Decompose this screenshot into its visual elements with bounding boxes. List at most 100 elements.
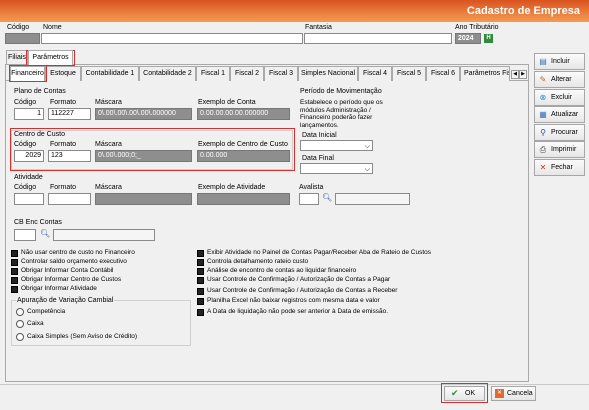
incluir-button[interactable]: ▤ Incluir — [534, 53, 585, 70]
radio-caixa-label: Caixa — [27, 320, 44, 327]
tab-fiscal-3[interactable]: Fiscal 3 — [264, 66, 298, 81]
tab-scroll-right-icon[interactable]: ▶ — [519, 70, 527, 79]
atividade-codigo-label: Código — [14, 184, 37, 191]
atividade-title: Atividade — [14, 174, 43, 181]
binoculars-icon: ⚲ — [540, 128, 546, 137]
tab-fiscal-5[interactable]: Fiscal 5 — [392, 66, 426, 81]
cb-enc-codigo-field[interactable] — [14, 229, 36, 241]
checkbox-controle-receber-label: Usar Controle de Confirmação / Autorizaç… — [207, 287, 398, 294]
window-title: Cadastro de Empresa — [466, 5, 580, 17]
checkbox-planilha-excel-label: Planilha Excel não baixar registros com … — [207, 297, 380, 304]
atividade-exemplo-label: Exemplo de Atividade — [198, 184, 266, 191]
checkbox-controle-pagar-label: Usar Controle de Confirmação / Autorizaç… — [207, 276, 391, 283]
atividade-formato-field[interactable] — [48, 193, 91, 205]
checkbox-obrigar-cc-label: Obrigar Informar Centro de Custos — [21, 276, 122, 283]
empresa-nome-field[interactable] — [41, 33, 303, 44]
checkbox-nao-usar-cc-label: Não usar centro de custo no Financeiro — [21, 249, 135, 256]
tab-financeiro[interactable]: Financeiro — [10, 66, 45, 81]
centro-exemplo-label: Exemplo de Centro de Custo — [198, 141, 288, 148]
checkbox-obrigar-conta[interactable] — [11, 268, 18, 275]
avalista-codigo-field[interactable] — [299, 193, 319, 205]
checkbox-controlar-saldo-label: Controlar saldo orçamento executivo — [21, 258, 127, 265]
plano-codigo-field[interactable]: 1 — [14, 108, 44, 120]
nome-label: Nome — [43, 24, 62, 31]
periodo-title: Período de Movimentação — [300, 88, 382, 95]
tab-scroll-left-icon[interactable]: ◀ — [511, 70, 519, 79]
checkbox-obrigar-conta-label: Obrigar Informar Conta Contábil — [21, 267, 114, 274]
procurar-button[interactable]: ⚲ Procurar — [534, 124, 585, 141]
centro-codigo-field[interactable]: 2029 — [14, 150, 44, 162]
centro-mascara-field: 0\.00\.000;0;_ — [95, 150, 192, 162]
data-inicial-dropdown-icon[interactable]: ⌵ — [365, 142, 370, 150]
checkbox-obrigar-atividade-label: Obrigar Informar Atividade — [21, 285, 97, 292]
checkbox-nao-usar-cc[interactable] — [11, 250, 18, 257]
data-inicial-field[interactable]: ⌵ — [300, 140, 373, 151]
checkbox-exibir-atividade-label: Exibir Atividade no Painel de Contas Pag… — [207, 249, 432, 256]
empresa-codigo-field[interactable] — [5, 33, 40, 44]
checkbox-obrigar-atividade[interactable] — [11, 286, 18, 293]
radio-caixa-simples-label: Caixa Simples (Sem Aviso de Crédito) — [27, 333, 138, 340]
tab-simples-nacional[interactable]: Simples Nacional — [298, 66, 358, 81]
checkbox-exibir-atividade[interactable] — [197, 250, 204, 257]
radio-competencia[interactable] — [16, 308, 24, 316]
centro-title: Centro de Custo — [14, 131, 65, 139]
tab-parametros-fiscais[interactable]: Parâmetros Fis — [460, 66, 510, 81]
atividade-codigo-field[interactable] — [14, 193, 44, 205]
empresa-fantasia-field[interactable] — [304, 33, 452, 44]
radio-competencia-label: Competência — [27, 308, 66, 315]
fechar-label: Fechar — [551, 164, 573, 171]
excluir-button[interactable]: ⊗ Excluir — [534, 89, 585, 106]
checkbox-controle-pagar[interactable] — [197, 277, 204, 284]
cancela-button[interactable]: ✕ Cancela — [491, 386, 536, 401]
cb-enc-search-icon[interactable]: 🔍︎ — [40, 229, 50, 238]
atualizar-button[interactable]: ▦ Atualizar — [534, 106, 585, 123]
tab-fiscal-2[interactable]: Fiscal 2 — [230, 66, 264, 81]
checkbox-encontro-contas[interactable] — [197, 268, 204, 275]
tab-fiscal-1[interactable]: Fiscal 1 — [196, 66, 230, 81]
data-final-dropdown-icon[interactable]: ⌵ — [365, 165, 370, 173]
tab-fiscal-4[interactable]: Fiscal 4 — [358, 66, 392, 81]
cancela-label: Cancela — [507, 390, 533, 397]
plano-title: Plano de Contas — [14, 88, 66, 95]
fantasia-label: Fantasia — [305, 24, 332, 31]
excluir-label: Excluir — [551, 94, 573, 101]
ano-button[interactable]: H — [484, 34, 493, 43]
close-icon: ✕ — [539, 163, 547, 172]
atividade-mascara-field — [95, 193, 192, 205]
procurar-label: Procurar — [551, 129, 578, 136]
avalista-search-icon[interactable]: 🔍︎ — [322, 193, 332, 202]
checkbox-encontro-contas-label: Análise de encontro de contas ao liquida… — [207, 267, 357, 274]
checkbox-detalhamento-rateio[interactable] — [197, 259, 204, 266]
tab-parametros[interactable]: Parâmetros — [28, 50, 73, 65]
radio-caixa[interactable] — [16, 320, 24, 328]
alterar-button[interactable]: ✎ Alterar — [534, 71, 585, 88]
checkbox-controlar-saldo[interactable] — [11, 259, 18, 266]
fechar-button[interactable]: ✕ Fechar — [534, 159, 585, 176]
radio-caixa-simples[interactable] — [16, 333, 24, 341]
tab-estoque[interactable]: Estoque — [45, 66, 81, 81]
tab-contabilidade-1[interactable]: Contabilidade 1 — [81, 66, 139, 81]
tab-fiscal-6[interactable]: Fiscal 6 — [426, 66, 460, 81]
plano-formato-field[interactable]: 112227 — [48, 108, 91, 120]
checkbox-data-liquidacao[interactable] — [197, 309, 204, 316]
tab-filiais[interactable]: Filiais — [6, 50, 28, 64]
cb-enc-label: CB Enc Contas — [14, 219, 62, 226]
codigo-label: Código — [7, 24, 30, 31]
data-final-field[interactable]: ⌵ — [300, 163, 373, 174]
plano-exemplo-label: Exemplo de Conta — [198, 99, 256, 106]
checkbox-planilha-excel[interactable] — [197, 298, 204, 305]
imprimir-button[interactable]: ⎙ Imprimir — [534, 141, 585, 158]
incluir-label: Incluir — [551, 58, 570, 65]
checkbox-obrigar-cc[interactable] — [11, 277, 18, 284]
centro-formato-field[interactable]: 123 — [48, 150, 91, 162]
ok-highlight — [441, 383, 488, 403]
tab-contabilidade-2[interactable]: Contabilidade 2 — [139, 66, 196, 81]
centro-exemplo-field: 0.00.000 — [197, 150, 290, 162]
atividade-exemplo-field — [197, 193, 290, 205]
refresh-icon: ▦ — [539, 110, 547, 119]
checkbox-controle-receber[interactable] — [197, 288, 204, 295]
ano-tributario-field[interactable]: 2024 — [455, 33, 481, 44]
data-inicial-label: Data Inicial — [302, 132, 337, 139]
cb-enc-nome-field — [53, 229, 155, 241]
alterar-label: Alterar — [551, 76, 572, 83]
